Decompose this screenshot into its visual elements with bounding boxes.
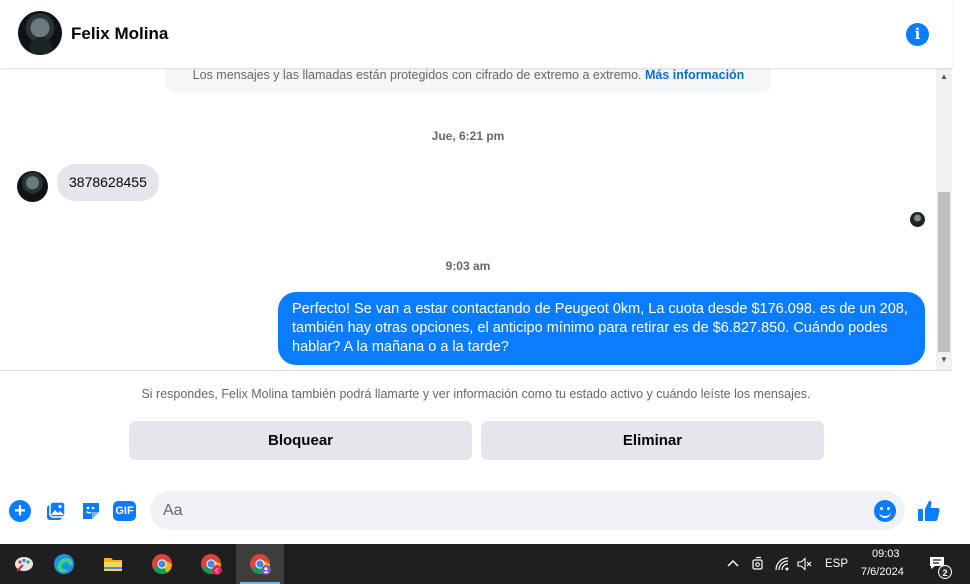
scroll-down-arrow-icon[interactable]: ▼ (936, 354, 952, 366)
message-input[interactable] (150, 491, 905, 530)
clock-time[interactable]: 09:03 (872, 548, 900, 560)
language-indicator[interactable]: ESP (825, 558, 848, 570)
paint-icon (15, 557, 33, 572)
scroll-thumb[interactable] (938, 192, 950, 352)
message-thread: Los mensajes y las llamadas están proteg… (0, 68, 936, 370)
sticker-icon[interactable] (80, 500, 102, 522)
thread-scrollbar[interactable]: ▲ ▼ (936, 68, 952, 370)
window-edge (952, 0, 970, 544)
scroll-up-arrow-icon[interactable]: ▲ (936, 71, 952, 83)
chrome-profile-active-icon (250, 554, 271, 575)
edge-icon (54, 554, 74, 574)
sender-avatar[interactable] (17, 171, 48, 202)
file-explorer-icon (104, 558, 122, 571)
divider (0, 370, 952, 371)
taskbar-app-file-explorer[interactable] (89, 544, 137, 584)
plus-icon[interactable]: + (9, 500, 31, 522)
taskbar-app-edge[interactable] (40, 544, 88, 584)
wifi-icon[interactable] (774, 556, 790, 572)
taskbar-app-chrome[interactable] (138, 544, 186, 584)
e2ee-banner: Los mensajes y las llamadas están proteg… (166, 68, 771, 93)
delete-button[interactable]: Eliminar (481, 421, 824, 460)
block-button[interactable]: Bloquear (129, 421, 472, 460)
incoming-message-bubble[interactable]: 3878628455 (57, 164, 159, 201)
clock-date[interactable]: 7/6/2024 (861, 566, 904, 578)
volume-muted-icon[interactable] (796, 556, 812, 572)
photo-icon[interactable] (45, 500, 67, 522)
chrome-profile-c-icon: c (201, 554, 222, 575)
windows-taskbar: c ESP 09:03 7/6/2024 2 (0, 544, 970, 584)
svg-text:c: c (215, 567, 219, 575)
chrome-icon (152, 554, 173, 575)
chat-header: Felix Molina i (0, 0, 952, 68)
chevron-up-icon[interactable] (725, 556, 741, 572)
message-timestamp: Jue, 6:21 pm (431, 129, 505, 143)
e2ee-text: Los mensajes y las llamadas están proteg… (192, 68, 642, 82)
contact-avatar[interactable] (18, 11, 62, 55)
thumbs-up-icon[interactable] (916, 498, 942, 524)
meet-now-icon[interactable] (750, 556, 766, 572)
notification-count-badge: 2 (938, 565, 952, 579)
taskbar-app-chrome-profile-c[interactable]: c (187, 544, 235, 584)
gif-icon[interactable]: GIF (113, 501, 136, 521)
contact-name[interactable]: Felix Molina (71, 24, 168, 44)
message-timestamp: 9:03 am (445, 259, 491, 273)
outgoing-message-bubble[interactable]: Perfecto! Se van a estar contactando de … (278, 292, 925, 365)
message-request-notice: Si respondes, Felix Molina también podrá… (141, 387, 811, 401)
emoji-icon[interactable] (874, 500, 896, 522)
info-icon[interactable]: i (906, 23, 929, 46)
read-receipt-avatar (910, 212, 925, 227)
taskbar-app-chrome-active[interactable] (236, 544, 284, 584)
more-info-link[interactable]: Más información (645, 68, 744, 82)
messenger-window: Felix Molina i Los mensajes y las llamad… (0, 0, 970, 544)
